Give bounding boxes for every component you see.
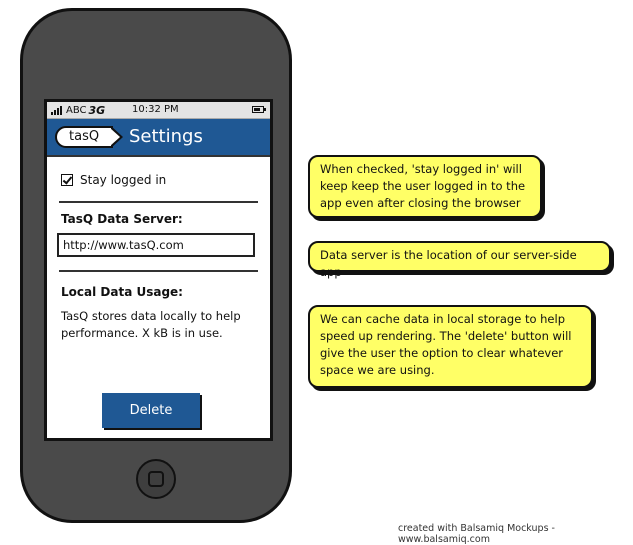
delete-button[interactable]: Delete <box>102 393 200 428</box>
stay-logged-in-label: Stay logged in <box>80 173 167 187</box>
phone-screen: ABC 3G 10:32 PM tasQ Settings Stay logge… <box>44 99 273 441</box>
network-label: 3G <box>88 103 106 117</box>
stay-logged-in-checkbox[interactable] <box>61 174 73 186</box>
carrier-label: ABC <box>66 104 87 116</box>
divider <box>59 201 258 203</box>
local-usage-label: Local Data Usage: <box>61 285 183 299</box>
home-button[interactable] <box>136 459 176 499</box>
navigation-bar: tasQ Settings <box>47 119 270 157</box>
status-bar: ABC 3G 10:32 PM <box>47 102 270 119</box>
signal-icon <box>51 105 62 115</box>
annotation-note-data-server: Data server is the location of our serve… <box>308 241 611 279</box>
annotation-note-stay-logged-in: When checked, 'stay logged in' will keep… <box>308 155 542 218</box>
battery-icon <box>252 106 266 113</box>
local-usage-description: TasQ stores data locally to help perform… <box>61 309 241 340</box>
data-server-label: TasQ Data Server: <box>61 212 183 226</box>
stay-logged-in-row[interactable]: Stay logged in <box>61 173 256 187</box>
clock: 10:32 PM <box>132 104 179 115</box>
data-server-input[interactable] <box>57 233 255 257</box>
settings-content: Stay logged in TasQ Data Server: Local D… <box>47 173 270 342</box>
divider <box>59 270 258 272</box>
home-icon <box>148 471 164 487</box>
annotation-note-local-storage: We can cache data in local storage to he… <box>308 305 593 388</box>
phone-frame: ABC 3G 10:32 PM tasQ Settings Stay logge… <box>20 8 292 523</box>
back-button[interactable]: tasQ <box>55 126 123 148</box>
page-title: Settings <box>129 126 203 147</box>
footer-credit: created with Balsamiq Mockups - www.bals… <box>398 523 555 545</box>
